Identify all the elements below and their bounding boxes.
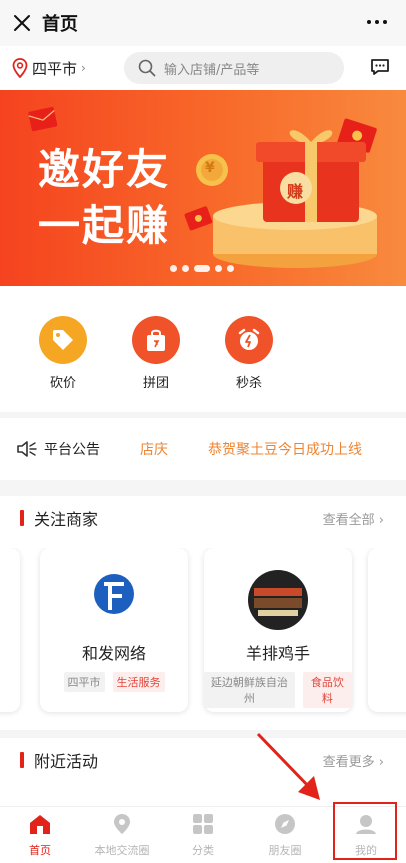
merchant-name: 羊排鸡手 [245,644,310,663]
banner-gift-text: 赚 [287,182,304,201]
followed-merchants-section: 关注商家 查看全部 › 和发网络 四平市 生活服务 羊排鸡手 延边朝鲜族自治州 … [0,496,406,730]
merchant-logo [248,570,308,630]
section-header: 附近活动 查看更多 › [0,738,406,782]
tag-icon [39,316,87,364]
announcement-text: 恭贺聚土豆今日成功上线 [208,442,362,458]
promo-banner[interactable]: 邀好友 一起赚 ¥ 赚 [0,90,406,286]
tab-label: 分类 [192,844,214,857]
alarm-clock-icon [225,316,273,364]
section-marker [20,510,24,526]
location-search-bar: 四平市 › 输入店铺/产品等 [0,46,406,90]
announcement-bar[interactable]: 平台公告 店庆 恭贺聚土豆今日成功上线 [0,418,406,480]
quick-item-label: 秒杀 [235,376,262,391]
section-title: 关注商家 [34,510,99,529]
tab-label: 朋友圈 [268,844,302,857]
location-selector[interactable]: 四平市 › [12,58,124,79]
quick-item-bargain[interactable]: 砍价 [28,316,98,391]
search-input[interactable]: 输入店铺/产品等 [124,52,344,84]
annotation-highlight-box [333,802,397,860]
view-all-link[interactable]: 查看全部 › [323,509,384,528]
search-icon [138,59,156,77]
quick-item-flash-sale[interactable]: 秒杀 [214,316,284,391]
quick-item-group-buy[interactable]: 拼团 [121,316,191,391]
section-header: 关注商家 查看全部 › [0,496,406,540]
annotation-arrow [256,732,320,800]
close-icon[interactable] [2,0,42,46]
search-placeholder: 输入店铺/产品等 [164,62,260,78]
banner-line2: 一起赚 [38,201,171,250]
tab-category[interactable]: 分类 [163,813,243,858]
banner-line1: 邀好友 [38,145,171,194]
tab-label: 首页 [29,844,51,857]
speaker-icon [17,441,37,457]
merchant-city: 四平市 [63,672,105,692]
merchant-card[interactable]: 和发网络 四平市 生活服务 [40,548,188,712]
merchant-card-partial[interactable] [368,548,406,712]
section-title: 附近活动 [34,752,99,771]
nearby-activities-section: 附近活动 查看更多 › [0,738,406,806]
merchant-name: 和发网络 [81,644,146,663]
city-label: 四平市 [32,59,78,78]
home-icon [30,815,50,834]
compass-icon [275,814,295,834]
merchant-carousel[interactable]: 和发网络 四平市 生活服务 羊排鸡手 延边朝鲜族自治州 食品饮料 [0,548,406,718]
announcement-title: 平台公告 [44,442,100,458]
tab-label: 本地交流圈 [94,844,150,857]
carousel-dots[interactable] [170,265,234,272]
merchant-card[interactable]: 羊排鸡手 延边朝鲜族自治州 食品饮料 [204,548,352,712]
quick-item-label: 拼团 [142,376,169,391]
announcement-tag: 店庆 [140,442,168,458]
merchant-logo [84,570,144,630]
grid-icon [193,814,213,834]
merchant-category: 生活服务 [112,672,165,692]
location-pin-icon [12,58,28,78]
tab-local-community[interactable]: 本地交流圈 [82,813,162,858]
page-title: 首页 [42,14,78,35]
tab-home[interactable]: 首页 [0,813,80,858]
message-icon[interactable] [370,58,390,80]
more-icon[interactable] [362,10,392,34]
quick-item-label: 砍价 [49,376,76,391]
chevron-right-icon: › [81,61,86,75]
location-pin-icon [114,814,130,834]
title-bar: 首页 [0,0,406,46]
quick-entry-panel: 砍价 拼团 秒杀 [0,286,406,412]
merchant-category: 食品饮料 [302,672,352,708]
view-more-link[interactable]: 查看更多 › [323,751,384,770]
tab-friends-circle[interactable]: 朋友圈 [245,813,325,858]
banner-coin-text: ¥ [205,160,215,176]
shopping-bag-icon [132,316,180,364]
page: 首页 四平市 › 输入店铺/产品等 邀好友 一起赚 ¥ 赚 砍价 拼团 秒杀 平… [0,0,406,863]
merchant-city: 延边朝鲜族自治州 [204,672,295,708]
section-marker [20,752,24,768]
merchant-card-partial[interactable] [0,548,20,712]
